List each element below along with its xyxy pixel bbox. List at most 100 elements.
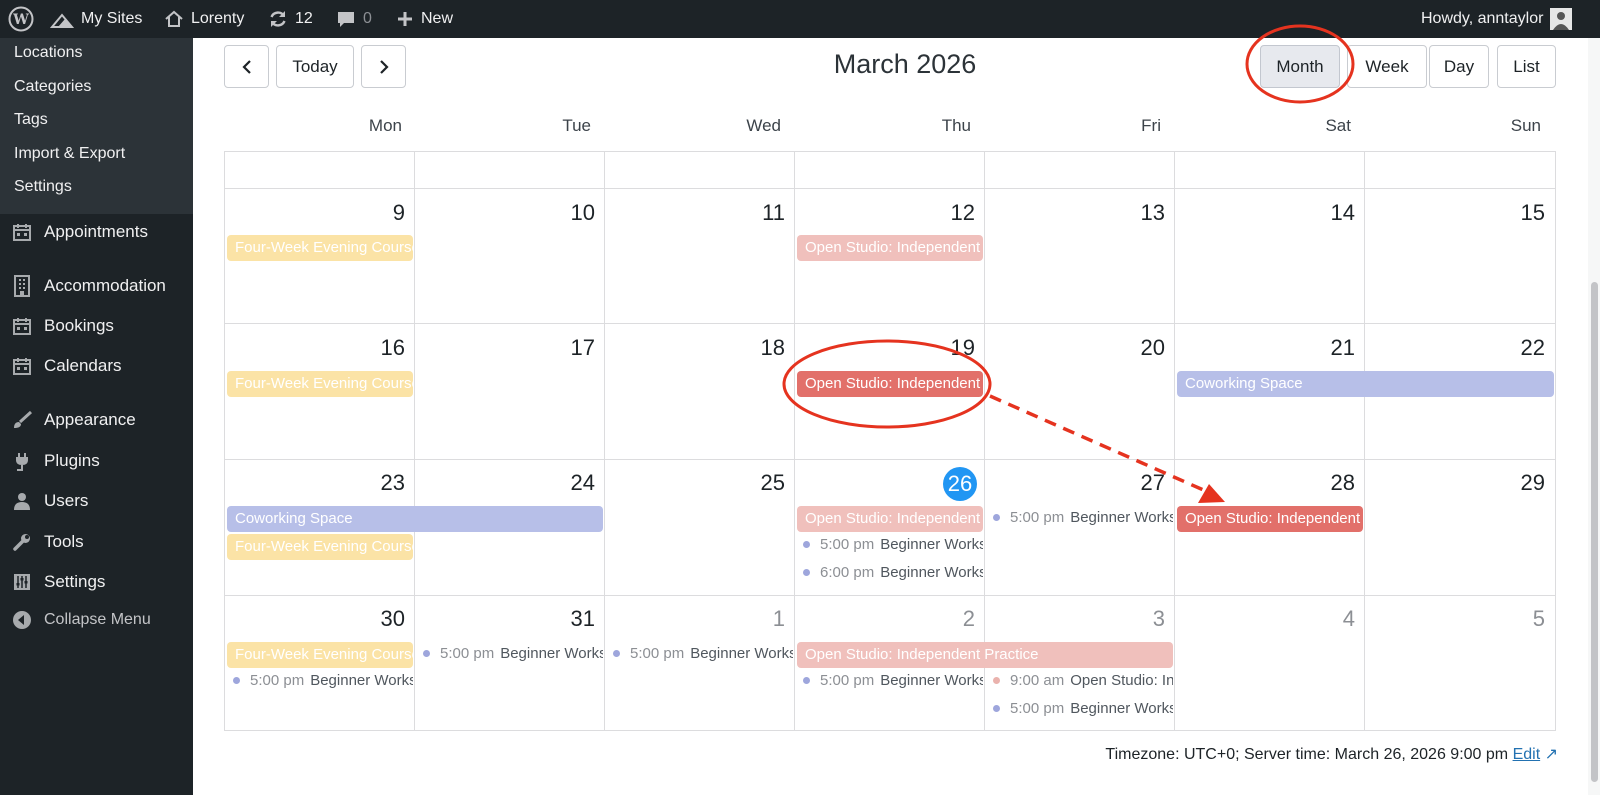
day-number[interactable]: 15	[1365, 200, 1545, 226]
today-day-number[interactable]: 26	[943, 467, 977, 501]
submenu-item-settings[interactable]: Settings	[14, 178, 72, 196]
event-beginner-workshop[interactable]: 5:00 pm Beginner Workshop	[415, 642, 603, 664]
event-dot	[423, 649, 430, 657]
event-title: Beginner Workshop	[1070, 508, 1173, 526]
menu-item-appearance[interactable]: Appearance	[0, 402, 193, 438]
scrollbar-thumb[interactable]	[1591, 282, 1598, 782]
next-month-button[interactable]	[361, 45, 406, 88]
today-button[interactable]: Today	[276, 45, 354, 88]
wordpress-logo-icon[interactable]: W	[8, 0, 34, 38]
event-four-week-course[interactable]: Four-Week Evening Course	[227, 235, 413, 261]
event-four-week-course[interactable]: Four-Week Evening Course	[227, 642, 413, 668]
event-open-studio-selected[interactable]: Open Studio: Independent Practice	[797, 371, 983, 397]
day-number[interactable]: 30	[225, 606, 405, 632]
view-day-button[interactable]: Day	[1429, 45, 1489, 88]
view-list-button[interactable]: List	[1497, 45, 1556, 88]
event-title: Beginner Workshop	[690, 644, 793, 662]
plug-icon	[0, 451, 44, 471]
edit-timezone-link[interactable]: Edit	[1513, 746, 1541, 763]
event-open-studio[interactable]: 9:00 am Open Studio: Independent Practice	[985, 669, 1173, 691]
day-number[interactable]: 2	[795, 606, 975, 632]
event-four-week-course[interactable]: Four-Week Evening Course	[227, 534, 413, 560]
menu-item-accommodation[interactable]: Accommodation	[0, 268, 193, 304]
day-number[interactable]: 14	[1175, 200, 1355, 226]
day-number[interactable]: 25	[605, 470, 785, 496]
event-beginner-workshop[interactable]: 5:00 pm Beginner Workshop	[985, 506, 1173, 528]
month-grid: 9 10 11 12 13 14 15 Four-Week Evening Co…	[224, 151, 1556, 731]
submenu-item-import-export[interactable]: Import & Export	[14, 145, 125, 163]
submenu-item-categories[interactable]: Categories	[14, 78, 91, 96]
menu-item-calendars[interactable]: Calendars	[0, 348, 193, 384]
event-open-studio[interactable]: Open Studio: Independent Practice	[797, 642, 1173, 668]
submenu-item-locations[interactable]: Locations	[14, 44, 83, 62]
event-four-week-course[interactable]: Four-Week Evening Course	[227, 371, 413, 397]
day-number[interactable]: 20	[985, 335, 1165, 361]
day-number[interactable]: 17	[415, 335, 595, 361]
event-time: 5:00 pm	[1010, 699, 1065, 717]
event-beginner-workshop[interactable]: 5:00 pm Beginner Workshop	[605, 642, 793, 664]
avatar	[1550, 8, 1573, 30]
collapse-arrow-icon	[0, 610, 44, 630]
sites-icon	[50, 13, 74, 28]
menu-item-plugins[interactable]: Plugins	[0, 443, 193, 479]
comments-count: 0	[363, 10, 372, 27]
calendar-icon	[0, 222, 44, 242]
day-number[interactable]: 5	[1365, 606, 1545, 632]
event-dot	[803, 676, 810, 684]
day-number[interactable]: 22	[1365, 335, 1545, 361]
menu-item-appointments[interactable]: Appointments	[0, 214, 193, 250]
view-week-button[interactable]: Week	[1347, 45, 1427, 88]
event-coworking-space[interactable]: Coworking Space	[1177, 371, 1554, 397]
prev-month-button[interactable]	[224, 45, 269, 88]
event-coworking-space[interactable]: Coworking Space	[227, 506, 603, 532]
menu-item-tools[interactable]: Tools	[0, 524, 193, 560]
menu-item-bookings[interactable]: Bookings	[0, 308, 193, 344]
day-number[interactable]: 21	[1175, 335, 1355, 361]
my-sites-menu[interactable]: My Sites	[50, 0, 142, 38]
day-number[interactable]: 13	[985, 200, 1165, 226]
day-number[interactable]: 23	[225, 470, 405, 496]
day-number[interactable]: 3	[985, 606, 1165, 632]
event-beginner-workshop[interactable]: 6:00 pm Beginner Workshop	[795, 561, 983, 583]
day-number[interactable]: 4	[1175, 606, 1355, 632]
day-number[interactable]: 28	[1175, 470, 1355, 496]
event-beginner-workshop[interactable]: 5:00 pm Beginner Workshop	[795, 533, 983, 555]
event-beginner-workshop[interactable]: 5:00 pm Beginner Workshop	[985, 697, 1173, 719]
weekday-header: Sun	[1510, 116, 1541, 135]
event-dot	[993, 676, 1000, 684]
event-time: 5:00 pm	[1010, 508, 1065, 526]
day-number[interactable]: 27	[985, 470, 1165, 496]
new-content-menu[interactable]: New	[396, 0, 453, 38]
day-number[interactable]: 16	[225, 335, 405, 361]
menu-item-users[interactable]: Users	[0, 483, 193, 519]
day-number[interactable]: 11	[605, 200, 785, 226]
event-open-studio[interactable]: Open Studio: Independent Practice	[797, 235, 983, 261]
view-month-button[interactable]: Month	[1260, 45, 1340, 88]
day-number[interactable]: 29	[1365, 470, 1545, 496]
event-dot	[803, 568, 810, 576]
account-menu[interactable]: Howdy, anntaylor	[1421, 0, 1573, 38]
day-number[interactable]: 1	[605, 606, 785, 632]
collapse-label: Collapse Menu	[44, 611, 151, 628]
timezone-info: Timezone: UTC+0; Server time: March 26, …	[1105, 744, 1558, 764]
day-number[interactable]: 10	[415, 200, 595, 226]
submenu-item-tags[interactable]: Tags	[14, 111, 48, 129]
day-number[interactable]: 18	[605, 335, 785, 361]
comments-menu[interactable]: 0	[336, 0, 372, 38]
site-name-menu[interactable]: Lorenty	[164, 0, 244, 38]
event-open-studio-dropped[interactable]: Open Studio: Independent Practice	[1177, 506, 1363, 532]
day-number[interactable]: 24	[415, 470, 595, 496]
day-number[interactable]: 9	[225, 200, 405, 226]
calendar-icon	[0, 316, 44, 336]
event-beginner-workshop[interactable]: 5:00 pm Beginner Workshop	[225, 669, 413, 691]
menu-item-settings[interactable]: Settings	[0, 564, 193, 600]
new-label: New	[421, 10, 454, 27]
event-beginner-workshop[interactable]: 5:00 pm Beginner Workshop	[795, 669, 983, 691]
collapse-menu-button[interactable]: Collapse Menu	[0, 602, 193, 638]
updates-menu[interactable]: 12	[268, 0, 313, 38]
day-number[interactable]: 12	[795, 200, 975, 226]
comment-icon	[338, 12, 354, 27]
event-open-studio[interactable]: Open Studio: Independent Practice	[797, 506, 983, 532]
day-number[interactable]: 31	[415, 606, 595, 632]
day-number[interactable]: 19	[795, 335, 975, 361]
